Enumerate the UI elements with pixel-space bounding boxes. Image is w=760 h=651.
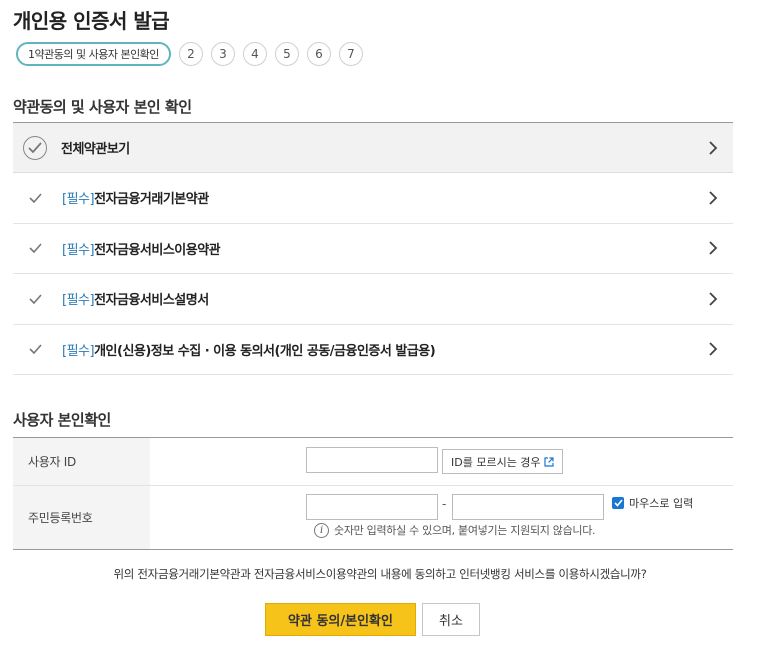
mouse-input-toggle[interactable]: 마우스로 입력 (612, 495, 693, 511)
rrn-front-input[interactable] (306, 494, 438, 520)
forgot-id-button[interactable]: ID를 모르시는 경우 (442, 449, 563, 474)
required-tag: [필수] (62, 293, 95, 309)
terms-section-title: 약관동의 및 사용자 본인 확인 (13, 98, 192, 116)
chevron-right-icon (709, 342, 718, 356)
all-terms-label: 전체약관보기 (61, 142, 130, 157)
step-3: 3 (210, 42, 235, 66)
circle-check-icon[interactable] (23, 135, 47, 160)
step-7: 7 (338, 42, 363, 66)
consent-question: 위의 전자금융거래기본약관과 전자금융서비스이용약관의 내용에 동의하고 인터넷… (113, 567, 647, 581)
term-label: 전자금융거래기본약관 (94, 192, 209, 208)
mouse-input-label: 마우스로 입력 (629, 497, 694, 510)
agree-button[interactable]: 약관 동의/본인확인 (265, 603, 416, 636)
check-icon (29, 292, 43, 306)
term-row-service[interactable]: [필수] 전자금융서비스이용약관 (13, 224, 733, 274)
page-title: 개인용 인증서 발급 (13, 9, 170, 33)
chevron-right-icon (709, 292, 718, 306)
term-row-basic[interactable]: [필수] 전자금융거래기본약관 (13, 173, 733, 224)
required-tag: [필수] (62, 242, 95, 258)
rrn-hint-text: 숫자만 입력하실 수 있으며, 붙여넣기는 지원되지 않습니다. (334, 524, 596, 537)
rrn-hint: i 숫자만 입력하실 수 있으며, 붙여넣기는 지원되지 않습니다. (314, 522, 596, 538)
external-link-icon (543, 456, 554, 467)
term-label: 개인(신용)정보 수집 · 이용 동의서(개인 공동/금융인증서 발급용) (94, 343, 436, 359)
user-id-label: 사용자 ID (13, 438, 150, 485)
step-5: 5 (274, 42, 299, 66)
step-1-active: 1약관동의 및 사용자 본인확인 (16, 42, 171, 66)
rrn-row: 주민등록번호 - 마우스로 입력 i 숫자만 입력하실 수 있으며, 붙여넣기는… (13, 485, 733, 549)
chevron-right-icon (709, 241, 718, 255)
terms-list: 전체약관보기 [필수] 전자금융거래기본약관 [필수] 전자금융서비스이용약관 … (13, 122, 733, 375)
info-icon: i (314, 522, 329, 538)
verify-form: 사용자 ID ID를 모르시는 경우 주민등록번호 - 마우스로 입력 i 숫자… (13, 437, 733, 550)
user-id-row: 사용자 ID ID를 모르시는 경우 (13, 438, 733, 485)
step-4: 4 (242, 42, 267, 66)
term-row-privacy[interactable]: [필수] 개인(신용)정보 수집 · 이용 동의서(개인 공동/금융인증서 발급… (13, 325, 733, 375)
rrn-dash: - (442, 497, 447, 511)
check-icon (29, 342, 43, 356)
check-icon (29, 191, 43, 205)
term-label: 전자금융서비스설명서 (94, 293, 209, 309)
step-indicator: 1약관동의 및 사용자 본인확인 2 3 4 5 6 7 (16, 42, 363, 66)
rrn-label: 주민등록번호 (13, 486, 150, 549)
rrn-back-input[interactable] (452, 494, 604, 520)
user-id-input[interactable] (306, 447, 438, 473)
cancel-button[interactable]: 취소 (422, 603, 480, 636)
term-row-manual[interactable]: [필수] 전자금융서비스설명서 (13, 274, 733, 325)
required-tag: [필수] (62, 192, 95, 208)
all-terms-row[interactable]: 전체약관보기 (13, 123, 733, 173)
required-tag: [필수] (62, 343, 95, 359)
mouse-input-checkbox[interactable] (612, 497, 624, 509)
step-2: 2 (178, 42, 203, 66)
step-6: 6 (306, 42, 331, 66)
verify-section-title: 사용자 본인확인 (13, 411, 111, 429)
forgot-id-label: ID를 모르시는 경우 (451, 455, 541, 469)
chevron-right-icon (709, 191, 718, 205)
term-label: 전자금융서비스이용약관 (94, 242, 221, 258)
chevron-right-icon (709, 140, 718, 155)
check-icon (29, 241, 43, 255)
